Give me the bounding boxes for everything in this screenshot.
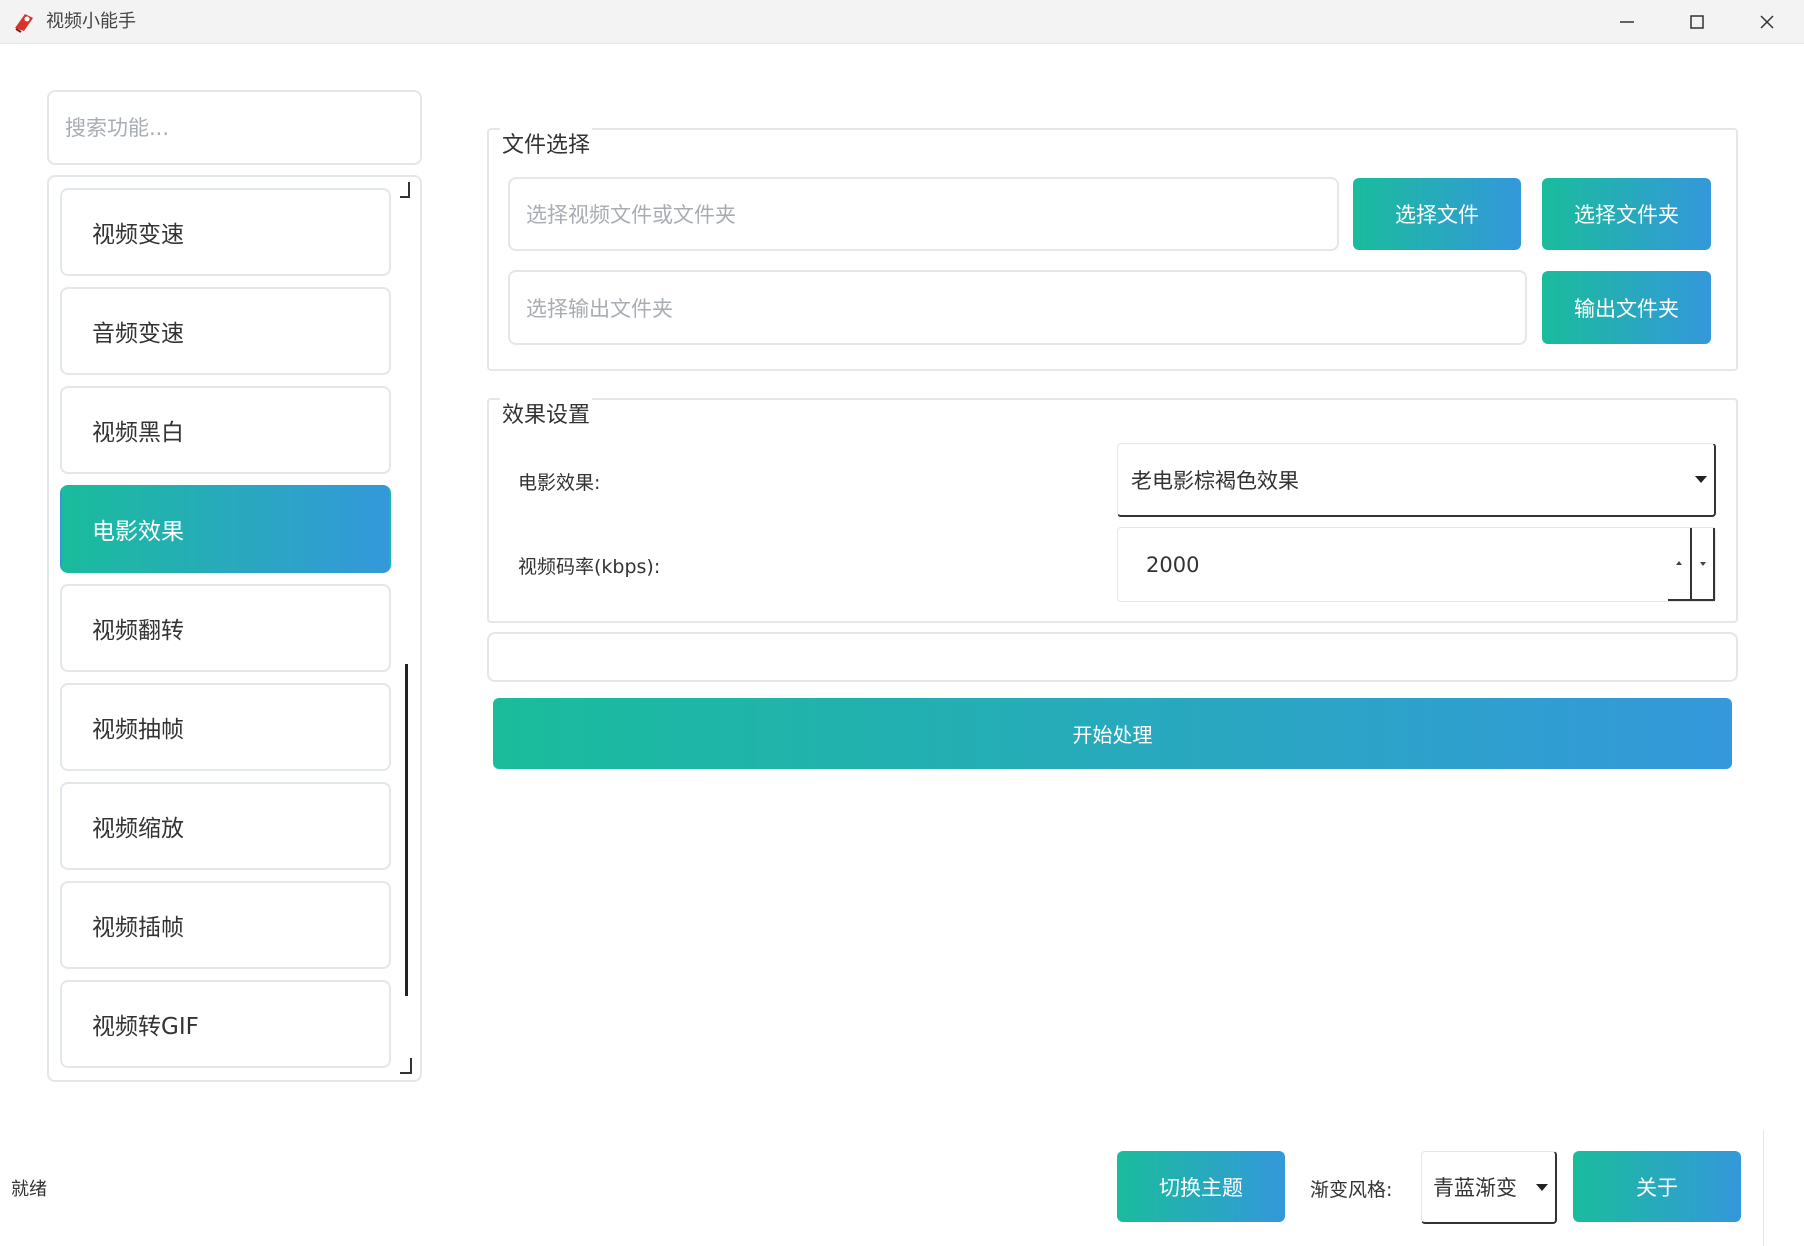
window-title: 视频小能手 [46,11,136,32]
select-file-button[interactable]: 选择文件 [1353,178,1521,250]
title-bar: 视频小能手 [0,0,1804,44]
sidebar-item-movie-effect[interactable]: 电影效果 [60,485,391,573]
bitrate-decrement-button[interactable] [1692,528,1715,601]
bitrate-increment-button[interactable] [1668,528,1692,601]
sidebar-item-label: 视频缩放 [92,816,184,842]
movie-effect-value: 老电影棕褐色效果 [1131,468,1299,493]
bitrate-spinbox[interactable]: 2000 [1117,527,1716,602]
arrow-down-icon [1700,562,1706,566]
bitrate-label: 视频码率(kbps): [518,556,661,578]
sidebar-item-label: 视频转GIF [92,1014,199,1040]
scroll-up-marker[interactable] [400,182,410,198]
gradient-style-select[interactable]: 青蓝渐变 [1421,1151,1557,1224]
movie-effect-label: 电影效果: [518,472,601,494]
sidebar-item-label: 音频变速 [92,321,184,347]
sidebar-item-label: 视频黑白 [92,420,184,446]
app-logo-icon [15,14,33,33]
sidebar-item-interpolate[interactable]: 视频插帧 [60,881,391,969]
output-folder-placeholder: 选择输出文件夹 [526,296,673,321]
start-processing-button[interactable]: 开始处理 [493,698,1732,769]
sidebar-item-to-gif[interactable]: 视频转GIF [60,980,391,1068]
sidebar-item-speed[interactable]: 视频变速 [60,188,391,276]
sidebar-item-label: 电影效果 [92,519,184,545]
video-input-placeholder: 选择视频文件或文件夹 [526,203,736,227]
close-icon [1760,15,1774,29]
status-text: 就绪 [11,1179,47,1200]
switch-theme-button[interactable]: 切换主题 [1117,1151,1285,1222]
sidebar-item-frame-extract[interactable]: 视频抽帧 [60,683,391,771]
scroll-down-marker[interactable] [400,1058,412,1074]
sidebar-item-black-white[interactable]: 视频黑白 [60,386,391,474]
search-input[interactable] [47,90,422,165]
sidebar-item-label: 视频插帧 [92,915,184,941]
gradient-style-label: 渐变风格: [1310,1179,1393,1201]
file-selection-title: 文件选择 [500,127,593,159]
sidebar-item-audio-speed[interactable]: 音频变速 [60,287,391,375]
arrow-up-icon [1676,561,1682,565]
movie-effect-select[interactable]: 老电影棕褐色效果 [1117,443,1716,517]
maximize-button[interactable] [1662,0,1732,44]
chevron-down-icon [1695,476,1707,483]
sidebar-item-label: 视频抽帧 [92,717,184,743]
minimize-button[interactable] [1592,0,1662,44]
output-folder-button[interactable]: 输出文件夹 [1542,271,1711,344]
footer-divider [1763,1130,1764,1246]
sidebar-item-label: 视频变速 [92,222,184,248]
select-folder-button[interactable]: 选择文件夹 [1542,178,1711,250]
close-button[interactable] [1732,0,1802,44]
bitrate-value: 2000 [1146,552,1200,577]
gradient-style-value: 青蓝渐变 [1433,1176,1517,1200]
progress-bar [487,632,1738,682]
effect-settings-title: 效果设置 [500,397,593,429]
list-scrollbar[interactable] [405,664,408,996]
minimize-icon [1620,21,1634,23]
output-folder-field[interactable]: 选择输出文件夹 [508,270,1527,345]
chevron-down-icon [1536,1184,1548,1191]
video-input-field[interactable]: 选择视频文件或文件夹 [508,177,1339,251]
maximize-icon [1690,15,1704,29]
sidebar-item-label: 视频翻转 [92,618,184,644]
about-button[interactable]: 关于 [1573,1151,1741,1222]
sidebar-item-scale[interactable]: 视频缩放 [60,782,391,870]
sidebar-item-flip[interactable]: 视频翻转 [60,584,391,672]
